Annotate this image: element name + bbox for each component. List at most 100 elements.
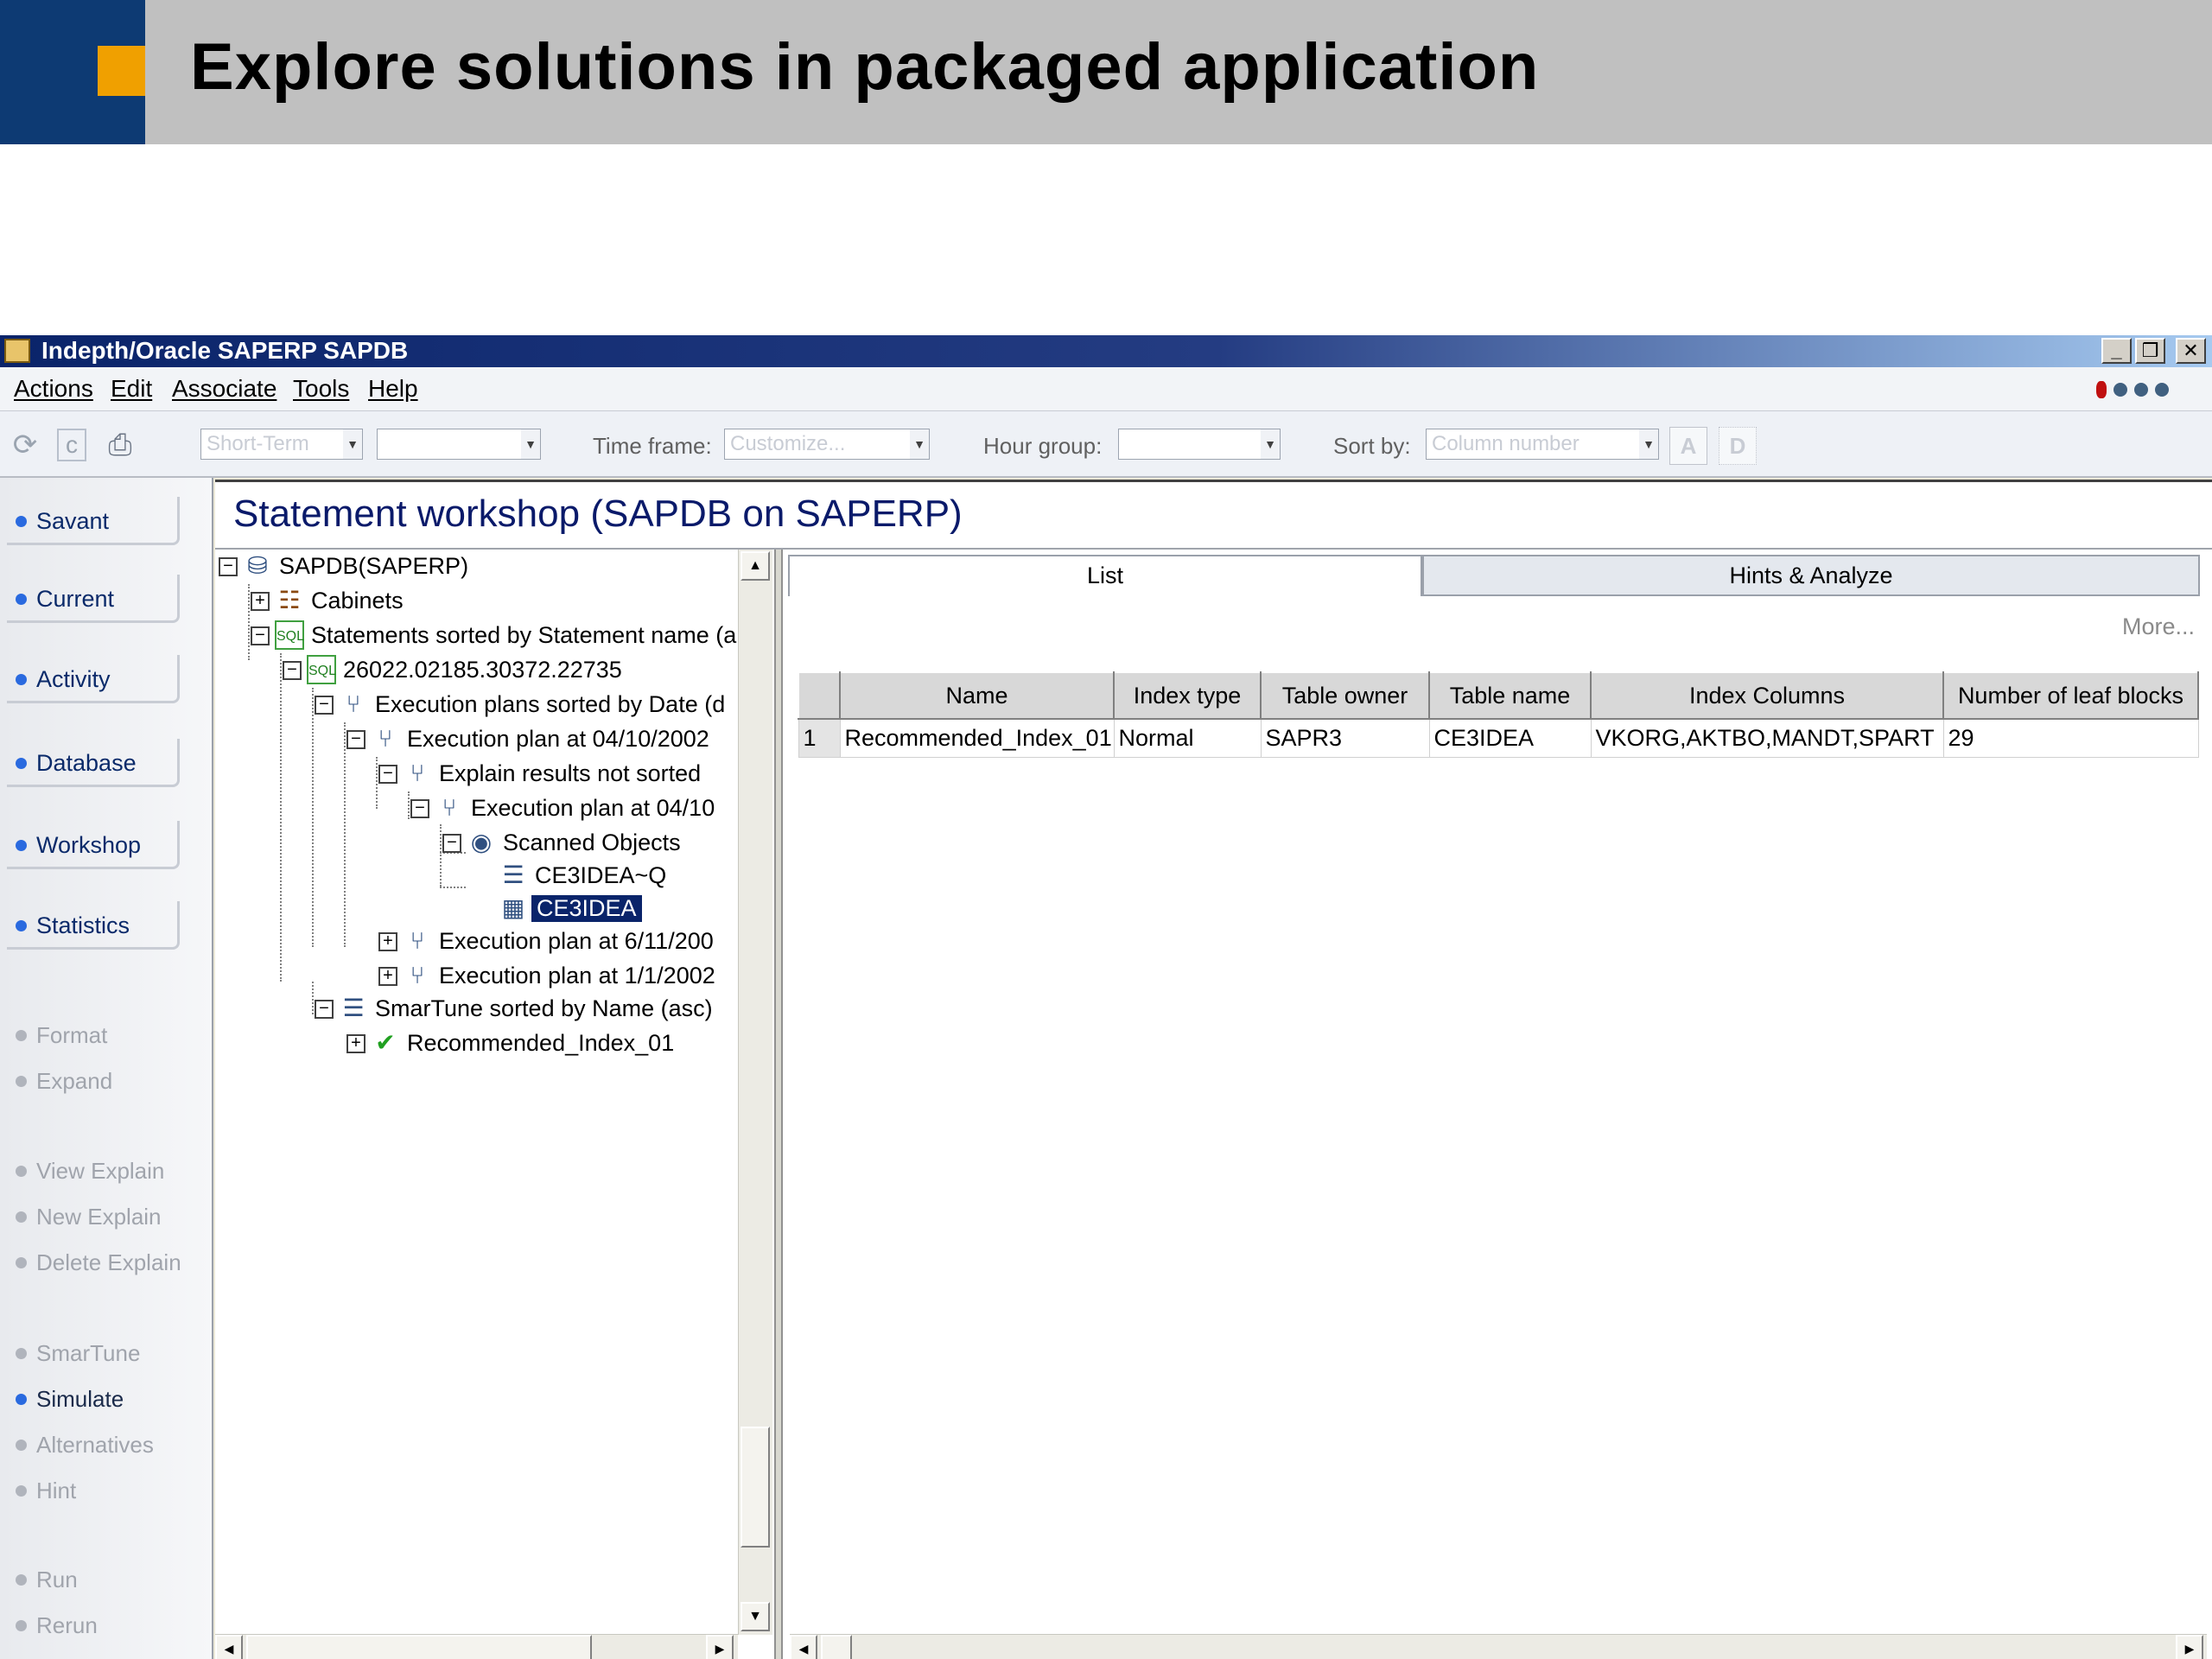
hour-group-combo[interactable]: ▼ <box>1118 429 1281 460</box>
grid-header-row: Name Index type Table owner Table name I… <box>798 671 2199 720</box>
toolbar: ⟳ c ⎙ Short-Term ▼ ▼ Time frame: Customi… <box>0 411 2212 478</box>
collapse-icon[interactable]: − <box>219 557 238 576</box>
nav-smartune-link[interactable]: SmarTune <box>7 1336 206 1370</box>
scroll-down-icon[interactable]: ▼ <box>741 1602 770 1631</box>
app-window: Indepth/Oracle SAPERP SAPDB _ ❒ ✕ Action… <box>0 335 2212 1659</box>
row-number[interactable]: 1 <box>798 718 841 758</box>
column-header-table-name[interactable]: Table name <box>1428 671 1592 720</box>
nav-rerun-link[interactable]: Rerun <box>7 1608 206 1643</box>
expand-icon[interactable]: + <box>378 932 397 951</box>
menu-help[interactable]: Help <box>368 375 418 403</box>
expand-icon[interactable]: + <box>251 592 270 611</box>
scroll-right-icon[interactable]: ▶ <box>706 1635 734 1659</box>
collapse-icon[interactable]: − <box>315 1000 334 1019</box>
nav-format-link[interactable]: Format <box>7 1018 206 1052</box>
cell-index-type[interactable]: Normal <box>1113 718 1262 758</box>
nav-statistics-button[interactable]: Statistics <box>7 901 180 950</box>
smartune-icon: ☰ <box>342 995 365 1021</box>
status-red-icon <box>2096 381 2107 398</box>
page-title: Statement workshop (SAPDB on SAPERP) <box>233 493 963 535</box>
cell-leaf-blocks[interactable]: 29 <box>1942 718 2199 758</box>
collapse-icon[interactable]: − <box>442 834 461 853</box>
sort-by-combo[interactable]: Column number ▼ <box>1426 429 1659 460</box>
nav-hint-link[interactable]: Hint <box>7 1473 206 1508</box>
plan-tree-icon: ⑂ <box>346 690 361 717</box>
refresh-icon[interactable]: ⟳ <box>9 429 41 461</box>
scroll-left-icon[interactable]: ◀ <box>790 1635 817 1659</box>
expand-icon[interactable]: + <box>346 1034 365 1053</box>
secondary-combo[interactable]: ▼ <box>377 429 541 460</box>
scroll-left-icon[interactable]: ◀ <box>215 1635 243 1659</box>
minimize-button[interactable]: _ <box>2101 338 2132 364</box>
tab-list[interactable]: List <box>788 555 1422 596</box>
chevron-down-icon: ▼ <box>521 429 540 459</box>
grid-horizontal-scrollbar[interactable]: ◀ ▶ <box>790 1634 2207 1659</box>
collapse-icon[interactable]: − <box>378 765 397 784</box>
collapse-icon[interactable]: − <box>283 661 302 680</box>
scroll-up-icon[interactable]: ▲ <box>741 551 770 581</box>
menu-actions[interactable]: Actions <box>14 375 93 403</box>
bullet-icon <box>16 1257 27 1268</box>
scroll-thumb[interactable] <box>741 1427 770 1548</box>
nav-view-explain-link[interactable]: View Explain <box>7 1154 206 1188</box>
collapse-icon[interactable]: − <box>346 730 365 749</box>
tab-hints-analyze[interactable]: Hints & Analyze <box>1422 555 2200 596</box>
column-header-table-owner[interactable]: Table owner <box>1260 671 1430 720</box>
time-frame-label: Time frame: <box>593 433 712 459</box>
nav-alternatives-link[interactable]: Alternatives <box>7 1427 206 1462</box>
restore-button[interactable]: ❒ <box>2135 338 2165 364</box>
more-link[interactable]: More... <box>2122 613 2195 640</box>
nav-expand-link[interactable]: Expand <box>7 1064 206 1098</box>
nav-run-link[interactable]: Run <box>7 1562 206 1597</box>
sort-descending-button[interactable]: D <box>1719 427 1757 465</box>
tree-vertical-scrollbar[interactable]: ▲ ▼ <box>738 550 772 1635</box>
printer-icon[interactable]: ⎙ <box>104 429 137 461</box>
period-combo[interactable]: Short-Term ▼ <box>200 429 363 460</box>
sort-by-label: Sort by: <box>1333 433 1411 459</box>
column-header-index-type[interactable]: Index type <box>1113 671 1262 720</box>
tree-connector <box>248 584 250 660</box>
nav-database-button[interactable]: Database <box>7 739 180 787</box>
bullet-icon <box>16 1076 27 1087</box>
index-icon: ☰ <box>502 861 524 888</box>
close-button[interactable]: ✕ <box>2176 338 2206 364</box>
tree-horizontal-scrollbar[interactable]: ◀ ▶ <box>215 1634 738 1659</box>
nav-new-explain-link[interactable]: New Explain <box>7 1199 206 1234</box>
column-header-index-columns[interactable]: Index Columns <box>1590 671 1944 720</box>
cell-name[interactable]: Recommended_Index_01 <box>839 718 1115 758</box>
grid-corner-header[interactable] <box>798 671 841 720</box>
nav-savant-button[interactable]: Savant <box>7 497 180 545</box>
copy-icon[interactable]: c <box>57 429 86 461</box>
collapse-icon[interactable]: − <box>315 696 334 715</box>
bullet-icon <box>16 1030 27 1041</box>
column-header-leaf-blocks[interactable]: Number of leaf blocks <box>1942 671 2199 720</box>
cell-table-name[interactable]: CE3IDEA <box>1428 718 1592 758</box>
scroll-thumb[interactable] <box>821 1635 852 1659</box>
pane-splitter[interactable] <box>774 550 783 1659</box>
status-indicator <box>2096 381 2169 398</box>
column-header-name[interactable]: Name <box>839 671 1115 720</box>
plan-tree-icon: ⑂ <box>410 760 425 786</box>
slide-header: Explore solutions in packaged applicatio… <box>0 0 2212 144</box>
cell-index-columns[interactable]: VKORG,AKTBO,MANDT,SPART <box>1590 718 1944 758</box>
menu-edit[interactable]: Edit <box>111 375 152 403</box>
collapse-icon[interactable]: − <box>410 799 429 818</box>
bullet-icon <box>16 674 27 685</box>
scroll-right-icon[interactable]: ▶ <box>2176 1635 2203 1659</box>
window-titlebar[interactable]: Indepth/Oracle SAPERP SAPDB _ ❒ ✕ <box>0 335 2212 367</box>
nav-current-button[interactable]: Current <box>7 575 180 623</box>
time-frame-combo[interactable]: Customize... ▼ <box>724 429 930 460</box>
nav-simulate-link[interactable]: Simulate <box>7 1382 206 1416</box>
nav-workshop-button[interactable]: Workshop <box>7 821 180 869</box>
scroll-thumb[interactable] <box>246 1635 592 1659</box>
expand-icon[interactable]: + <box>378 967 397 986</box>
sort-ascending-button[interactable]: A <box>1669 427 1707 465</box>
nav-activity-button[interactable]: Activity <box>7 655 180 703</box>
menu-tools[interactable]: Tools <box>293 375 349 403</box>
collapse-icon[interactable]: − <box>251 626 270 645</box>
table-row[interactable]: 1 Recommended_Index_01 Normal SAPR3 CE3I… <box>798 718 2199 758</box>
cell-table-owner[interactable]: SAPR3 <box>1260 718 1430 758</box>
menu-associate[interactable]: Associate <box>172 375 276 403</box>
nav-delete-explain-link[interactable]: Delete Explain <box>7 1245 206 1280</box>
bullet-icon <box>16 1440 27 1451</box>
